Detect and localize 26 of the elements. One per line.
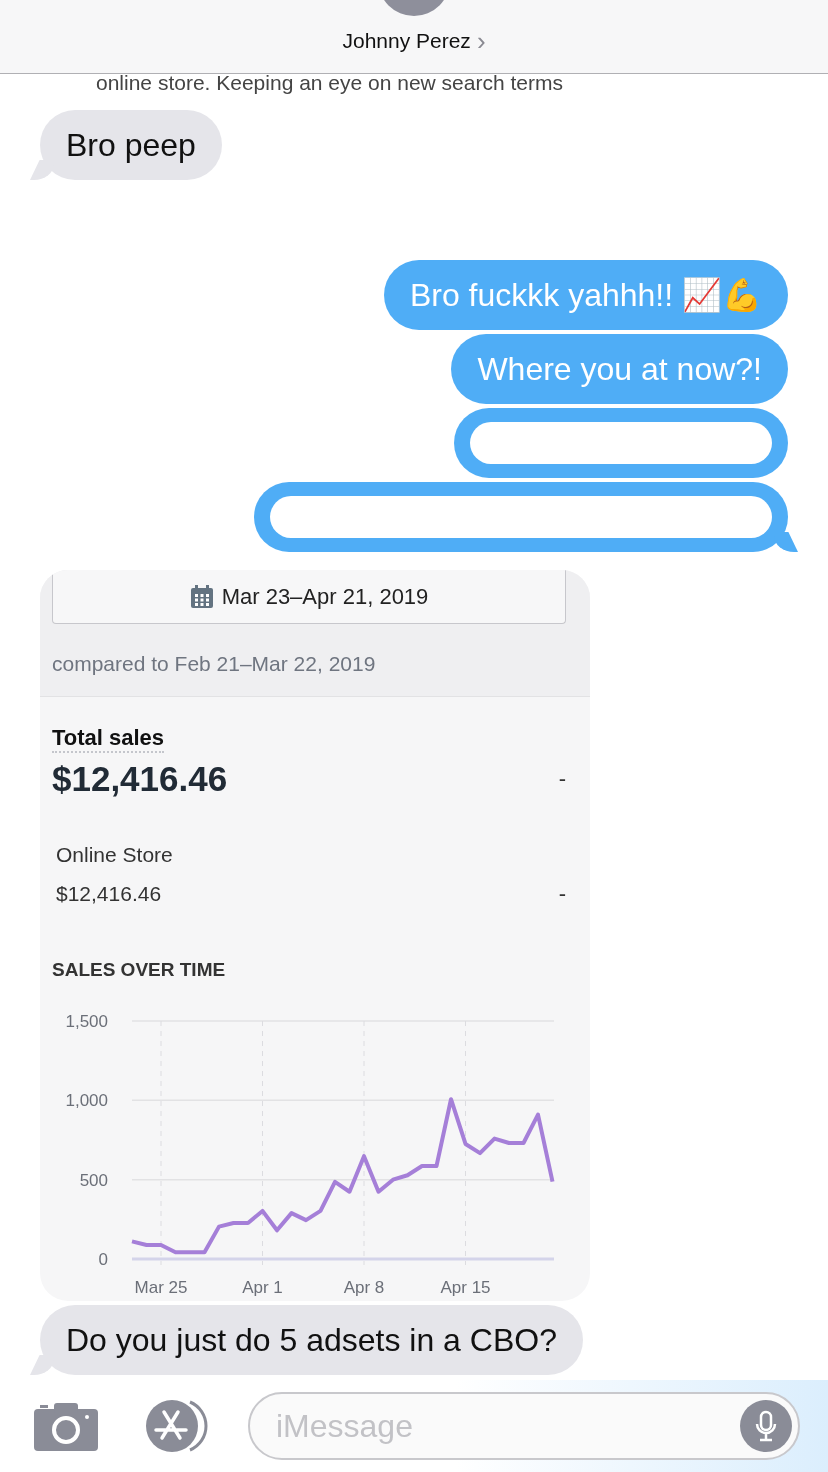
camera-icon[interactable] (34, 1401, 98, 1451)
axis-label: Apr 1 (242, 1278, 283, 1297)
message-bubble: Bro fuckkk yahhh!! 📈💪 (383, 260, 788, 330)
channel-value: $12,416.46 (55, 882, 162, 906)
comparison-text: compared to Feb 21–Mar 22, 2019 (52, 652, 377, 676)
microphone-icon (754, 1410, 778, 1442)
total-sales-label: Total sales (52, 725, 165, 753)
axis-label: 500 (79, 1170, 108, 1190)
calendar-icon (189, 584, 214, 609)
change-value: - (558, 766, 566, 792)
axis-label: Mar 25 (134, 1278, 188, 1297)
message-field[interactable]: iMessage (248, 1392, 800, 1460)
axis-label: Apr 8 (343, 1278, 385, 1297)
total-sales-value: $12,416.46 (52, 759, 228, 799)
date-range-button[interactable]: Mar 23–Apr 21, 2019 (52, 570, 566, 624)
chart-title: SALES OVER TIME (52, 959, 227, 981)
axis-label: Apr 15 (440, 1278, 491, 1297)
microphone-button[interactable] (740, 1400, 792, 1452)
axis-label: 1,000 (65, 1091, 108, 1111)
channel-label: Online Store (55, 843, 174, 867)
axis-label: 1,500 (65, 1012, 108, 1031)
contact-name[interactable]: Johnny Perez (342, 29, 471, 53)
axis-label: 0 (98, 1250, 108, 1269)
message-text: online store. Keeping an eye on new search terms (96, 74, 564, 92)
change-value: - (558, 881, 566, 907)
message-bubble: Where you at now?! (451, 334, 788, 404)
